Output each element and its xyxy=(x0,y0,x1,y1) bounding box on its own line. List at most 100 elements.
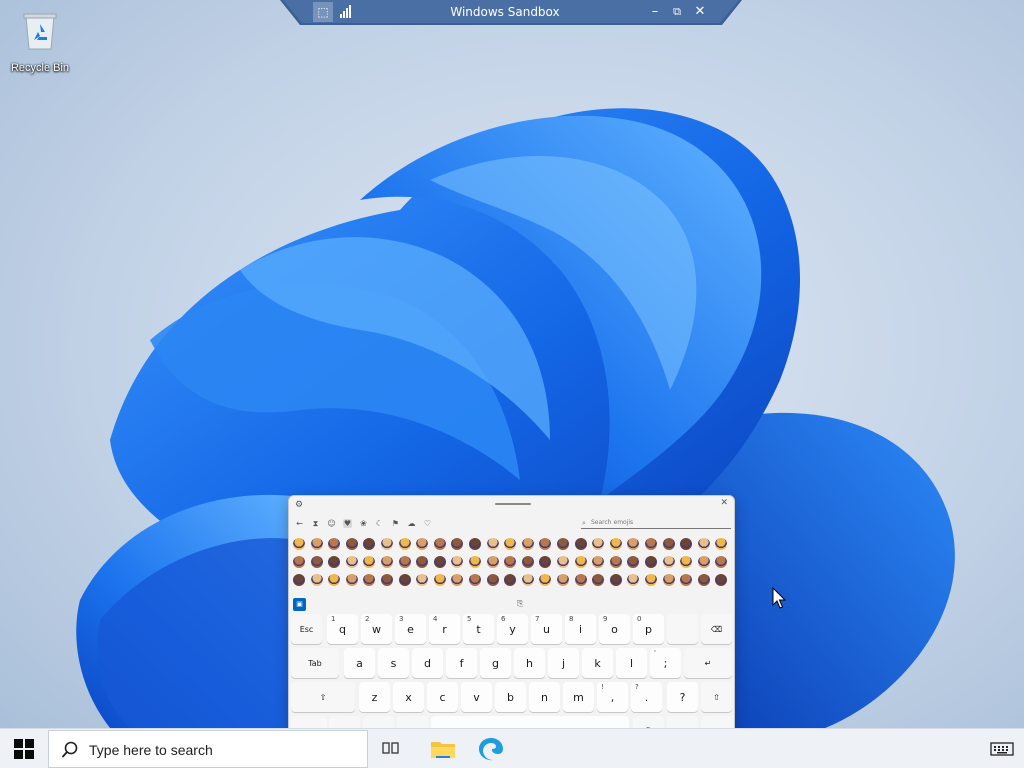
emoji-key[interactable] xyxy=(680,538,693,550)
emoji-key[interactable] xyxy=(363,574,376,586)
emoji-key[interactable] xyxy=(328,556,341,568)
emoji-key[interactable] xyxy=(398,574,411,586)
key-e[interactable]: e3 xyxy=(395,614,426,644)
key-tab[interactable]: Tab xyxy=(291,648,339,678)
key-spacer[interactable] xyxy=(667,614,698,644)
emoji-tab-2[interactable]: ☺ xyxy=(327,519,336,528)
emoji-key[interactable] xyxy=(433,538,446,550)
key-shift-left[interactable]: ⇧ xyxy=(291,682,355,712)
emoji-key[interactable] xyxy=(697,538,710,550)
emoji-tab-3[interactable]: ♥ xyxy=(343,518,352,528)
key-w[interactable]: w2 xyxy=(361,614,392,644)
key-enter[interactable]: ↵ xyxy=(684,648,732,678)
key-c[interactable]: c xyxy=(427,682,458,712)
key-d[interactable]: d xyxy=(412,648,443,678)
emoji-key[interactable] xyxy=(293,538,305,550)
edge-browser-icon[interactable] xyxy=(478,737,504,761)
emoji-key[interactable] xyxy=(715,574,728,586)
emoji-key[interactable] xyxy=(645,574,657,586)
emoji-key[interactable] xyxy=(486,538,499,550)
emoji-key[interactable] xyxy=(469,574,481,586)
emoji-key[interactable] xyxy=(398,556,411,568)
emoji-key[interactable] xyxy=(451,574,464,586)
emoji-key[interactable] xyxy=(715,556,728,568)
emoji-key[interactable] xyxy=(416,574,429,586)
clipboard-icon[interactable]: ⎘ xyxy=(517,599,523,609)
emoji-key[interactable] xyxy=(433,574,446,586)
emoji-key[interactable] xyxy=(398,538,411,550)
emoji-tab-5[interactable]: ☾ xyxy=(375,519,384,528)
emoji-key[interactable] xyxy=(521,556,534,568)
emoji-key[interactable] xyxy=(557,574,569,586)
emoji-key[interactable] xyxy=(363,538,376,550)
touch-keyboard-icon[interactable] xyxy=(990,741,1014,757)
emoji-tab-0[interactable]: ← xyxy=(295,519,304,528)
key-question[interactable]: ? xyxy=(667,682,698,712)
emoji-key[interactable] xyxy=(697,556,710,568)
restore-button[interactable]: ⧉ xyxy=(668,3,686,21)
key-k[interactable]: k xyxy=(582,648,613,678)
emoji-key[interactable] xyxy=(592,538,605,550)
emoji-key[interactable] xyxy=(416,538,429,550)
emoji-key[interactable] xyxy=(451,538,464,550)
key-o[interactable]: o9 xyxy=(599,614,630,644)
file-explorer-icon[interactable] xyxy=(430,739,456,759)
emoji-key[interactable] xyxy=(521,574,534,586)
key-esc[interactable]: Esc xyxy=(291,614,322,644)
key-x[interactable]: x xyxy=(393,682,424,712)
emoji-key[interactable] xyxy=(645,538,657,550)
key-shift-right[interactable]: ⇧ xyxy=(701,682,732,712)
key-j[interactable]: j xyxy=(548,648,579,678)
emoji-key[interactable] xyxy=(381,538,393,550)
emoji-key[interactable] xyxy=(486,574,499,586)
emoji-tab-7[interactable]: ☁ xyxy=(407,519,416,528)
pin-icon[interactable]: ⬚ xyxy=(313,2,333,22)
emoji-key[interactable] xyxy=(697,574,710,586)
emoji-key[interactable] xyxy=(609,556,622,568)
emoji-key[interactable] xyxy=(574,556,587,568)
key-a[interactable]: a xyxy=(344,648,375,678)
emoji-key[interactable] xyxy=(310,574,323,586)
emoji-key[interactable] xyxy=(609,574,622,586)
emoji-key[interactable] xyxy=(627,556,640,568)
emoji-key[interactable] xyxy=(627,574,640,586)
key-l[interactable]: l xyxy=(616,648,647,678)
emoji-key[interactable] xyxy=(469,538,481,550)
emoji-mode-button[interactable]: ▣ xyxy=(293,598,306,611)
emoji-key[interactable] xyxy=(310,556,323,568)
emoji-key[interactable] xyxy=(539,538,552,550)
emoji-key[interactable] xyxy=(680,574,693,586)
key-m[interactable]: m xyxy=(563,682,594,712)
emoji-key[interactable] xyxy=(345,538,358,550)
emoji-key[interactable] xyxy=(715,538,728,550)
key-i[interactable]: i8 xyxy=(565,614,596,644)
key-v[interactable]: v xyxy=(461,682,492,712)
taskbar-search-box[interactable]: Type here to search xyxy=(48,730,368,768)
emoji-key[interactable] xyxy=(574,574,587,586)
emoji-key[interactable] xyxy=(469,556,481,568)
emoji-key[interactable] xyxy=(627,538,640,550)
emoji-key[interactable] xyxy=(662,574,675,586)
emoji-key[interactable] xyxy=(486,556,499,568)
key-f[interactable]: f xyxy=(446,648,477,678)
key-semicolon[interactable]: ; ' xyxy=(650,648,681,678)
key-g[interactable]: g xyxy=(480,648,511,678)
key-u[interactable]: u7 xyxy=(531,614,562,644)
key-r[interactable]: r4 xyxy=(429,614,460,644)
emoji-key[interactable] xyxy=(381,556,393,568)
emoji-key[interactable] xyxy=(557,538,569,550)
keyboard-settings-icon[interactable]: ⚙ xyxy=(295,500,305,510)
emoji-key[interactable] xyxy=(504,538,517,550)
emoji-tab-1[interactable]: ⧗ xyxy=(311,519,320,528)
minimize-button[interactable]: – xyxy=(646,3,664,21)
emoji-key[interactable] xyxy=(504,574,517,586)
emoji-key[interactable] xyxy=(504,556,517,568)
key-backspace[interactable]: ⌫ xyxy=(701,614,732,644)
emoji-key[interactable] xyxy=(345,574,358,586)
emoji-key[interactable] xyxy=(381,574,393,586)
emoji-key[interactable] xyxy=(293,556,305,568)
recycle-bin-desktop-icon[interactable]: Recycle Bin xyxy=(4,8,76,76)
emoji-tab-4[interactable]: ❀ xyxy=(359,519,368,528)
emoji-key[interactable] xyxy=(680,556,693,568)
emoji-tab-6[interactable]: ⚑ xyxy=(391,519,400,528)
